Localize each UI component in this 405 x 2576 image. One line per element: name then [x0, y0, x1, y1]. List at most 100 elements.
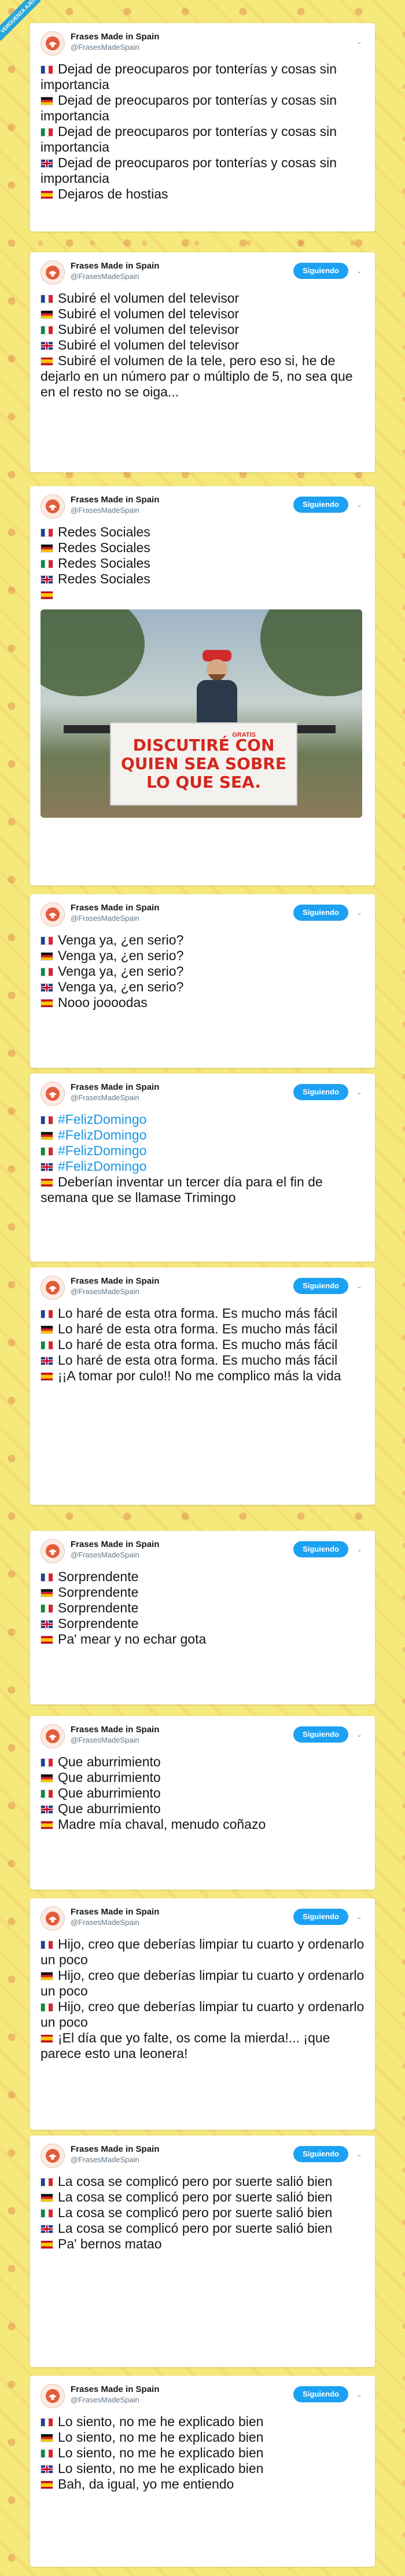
account-handle[interactable]: @FrasesMadeSpain	[71, 2155, 159, 2165]
account-avatar[interactable]	[41, 260, 65, 285]
following-button[interactable]: Siguiendo	[293, 905, 348, 921]
flag-es-icon	[41, 190, 53, 199]
chevron-down-icon[interactable]: ⌄	[354, 1087, 365, 1097]
chevron-down-icon[interactable]: ⌄	[354, 1729, 365, 1740]
tweet-line-text: Sorprendente	[58, 1600, 139, 1615]
account-display-name[interactable]: Frases Made in Spain	[71, 31, 159, 43]
account-display-name[interactable]: Frases Made in Spain	[71, 1906, 159, 1918]
account-display-name[interactable]: Frases Made in Spain	[71, 494, 159, 506]
account-handle[interactable]: @FrasesMadeSpain	[71, 272, 159, 281]
tweet-card[interactable]: Frases Made in Spain @FrasesMadeSpain Sigu…	[30, 252, 375, 472]
following-button[interactable]: Siguiendo	[293, 1084, 348, 1100]
account-display-name[interactable]: Frases Made in Spain	[71, 260, 159, 272]
flag-es-icon	[41, 1821, 53, 1829]
hashtag-link[interactable]: #FelizDomingo	[58, 1159, 146, 1174]
following-button[interactable]: Siguiendo	[293, 2386, 348, 2402]
chevron-down-icon[interactable]: ⌄	[354, 1912, 365, 1922]
account-avatar[interactable]	[41, 902, 65, 927]
account-display-name[interactable]: Frases Made in Spain	[71, 2384, 159, 2395]
account-handle[interactable]: @FrasesMadeSpain	[71, 1918, 159, 1927]
tweet-card[interactable]: Frases Made in Spain @FrasesMadeSpain Sigu…	[30, 2136, 375, 2367]
following-button[interactable]: Siguiendo	[293, 1278, 348, 1294]
tweet-text: Sorprendente Sorprendente Sorprendente Sorp…	[41, 1569, 365, 1647]
tweet-card[interactable]: Frases Made in Spain @FrasesMadeSpain Sigu…	[30, 1267, 375, 1505]
account-handle[interactable]: @FrasesMadeSpain	[71, 1550, 159, 1560]
tweet-card[interactable]: Frases Made in Spain @FrasesMadeSpain Sigu…	[30, 1898, 375, 2130]
hashtag-link[interactable]: #FelizDomingo	[58, 1127, 146, 1142]
account-display-name[interactable]: Frases Made in Spain	[71, 1539, 159, 1550]
account-names: Frases Made in Spain @FrasesMadeSpain	[71, 494, 159, 515]
tweet-line-text: Lo siento, no me he explicado bien	[58, 2461, 264, 2476]
account-display-name[interactable]: Frases Made in Spain	[71, 1724, 159, 1736]
account-avatar[interactable]	[41, 1539, 65, 1563]
account-avatar[interactable]	[41, 494, 65, 519]
flag-de-icon	[41, 97, 53, 105]
tweet-line: Subiré el volumen del televisor	[41, 291, 365, 306]
tweet-line-text: Venga ya, ¿en serio?	[58, 932, 184, 947]
tweet-card[interactable]: Frases Made in Spain @FrasesMadeSpain Sigu…	[30, 1531, 375, 1704]
account-handle[interactable]: @FrasesMadeSpain	[71, 2395, 159, 2405]
tweet-header: Frases Made in Spain @FrasesMadeSpain Sigu…	[41, 1724, 365, 1750]
chevron-down-icon[interactable]: ⌄	[354, 2389, 365, 2399]
account-names: Frases Made in Spain @FrasesMadeSpain	[71, 2384, 159, 2405]
chevron-down-icon[interactable]: ⌄	[354, 36, 365, 47]
following-button[interactable]: Siguiendo	[293, 263, 348, 279]
account-display-name[interactable]: Frases Made in Spain	[71, 1276, 159, 1287]
protest-sign: GRATIS DISCUTIRÉ CON QUIEN SEA SOBRE LO Q…	[110, 722, 297, 806]
flag-fr-icon	[41, 528, 53, 537]
account-handle[interactable]: @FrasesMadeSpain	[71, 1093, 159, 1103]
account-avatar[interactable]	[41, 31, 65, 56]
account-handle[interactable]: @FrasesMadeSpain	[71, 1736, 159, 1745]
hashtag-link[interactable]: #FelizDomingo	[58, 1143, 146, 1158]
tweet-card[interactable]: Frases Made in Spain @FrasesMadeSpain ⌄ Dej…	[30, 23, 375, 231]
tweet-line: Hijo, creo que deberías limpiar tu cuart…	[41, 1936, 365, 1968]
tweet-photo[interactable]: GRATIS DISCUTIRÉ CON QUIEN SEA SOBRE LO Q…	[41, 609, 362, 818]
account-handle[interactable]: @FrasesMadeSpain	[71, 43, 159, 52]
account-avatar[interactable]	[41, 1082, 65, 1106]
account-avatar[interactable]	[41, 2384, 65, 2408]
flag-fr-icon	[41, 1116, 53, 1125]
account-avatar[interactable]	[41, 1276, 65, 1300]
tweet-line: Hijo, creo que deberías limpiar tu cuart…	[41, 1999, 365, 2030]
account-handle[interactable]: @FrasesMadeSpain	[71, 1287, 159, 1296]
tweet-line-text: Bah, da igual, yo me entiendo	[58, 2476, 234, 2492]
chevron-down-icon[interactable]: ⌄	[354, 1281, 365, 1291]
account-display-name[interactable]: Frases Made in Spain	[71, 902, 159, 914]
tweet-line: #FelizDomingo	[41, 1112, 365, 1127]
flag-de-icon	[41, 2193, 53, 2202]
tweet-line: Venga ya, ¿en serio?	[41, 948, 365, 964]
following-button[interactable]: Siguiendo	[293, 497, 348, 513]
account-avatar[interactable]	[41, 1724, 65, 1748]
site-corner-badge: VERGUENZA AJENA	[0, 0, 41, 41]
account-handle[interactable]: @FrasesMadeSpain	[71, 506, 159, 515]
tweet-line: Lo haré de esta otra forma. Es mucho más…	[41, 1353, 365, 1368]
chevron-down-icon[interactable]: ⌄	[354, 907, 365, 918]
tweet-line-text: Que aburrimiento	[58, 1754, 161, 1769]
following-button[interactable]: Siguiendo	[293, 1541, 348, 1557]
tweet-header: Frases Made in Spain @FrasesMadeSpain Sigu…	[41, 1539, 365, 1564]
tweet-card[interactable]: Frases Made in Spain @FrasesMadeSpain Sigu…	[30, 1074, 375, 1262]
account-avatar[interactable]	[41, 2144, 65, 2168]
account-handle[interactable]: @FrasesMadeSpain	[71, 914, 159, 923]
chevron-down-icon[interactable]: ⌄	[354, 266, 365, 276]
following-button[interactable]: Siguiendo	[293, 2146, 348, 2162]
tweet-card[interactable]: Frases Made in Spain @FrasesMadeSpain Sigu…	[30, 2376, 375, 2567]
tweet-line-text: Pa' mear y no echar gota	[58, 1631, 207, 1647]
site-badge-label: VERGUENZA AJENA	[0, 0, 41, 41]
tweet-card[interactable]: Frases Made in Spain @FrasesMadeSpain Sigu…	[30, 1716, 375, 1890]
chevron-down-icon[interactable]: ⌄	[354, 2149, 365, 2159]
tweet-header: Frases Made in Spain @FrasesMadeSpain Sigu…	[41, 2144, 365, 2169]
chevron-down-icon[interactable]: ⌄	[354, 499, 365, 510]
account-display-name[interactable]: Frases Made in Spain	[71, 1082, 159, 1093]
tweet-line: Dejad de preocuparos por tonterías y cos…	[41, 61, 365, 93]
chevron-down-icon[interactable]: ⌄	[354, 1544, 365, 1555]
following-button[interactable]: Siguiendo	[293, 1909, 348, 1925]
following-button[interactable]: Siguiendo	[293, 1726, 348, 1743]
hashtag-link[interactable]: #FelizDomingo	[58, 1112, 146, 1127]
flag-it-icon	[41, 2209, 53, 2218]
tweet-line-text: Hijo, creo que deberías limpiar tu cuart…	[41, 1968, 365, 1998]
account-display-name[interactable]: Frases Made in Spain	[71, 2144, 159, 2155]
account-avatar[interactable]	[41, 1906, 65, 1931]
tweet-card[interactable]: Frases Made in Spain @FrasesMadeSpain Sigu…	[30, 486, 375, 885]
tweet-card[interactable]: Frases Made in Spain @FrasesMadeSpain Sigu…	[30, 894, 375, 1068]
